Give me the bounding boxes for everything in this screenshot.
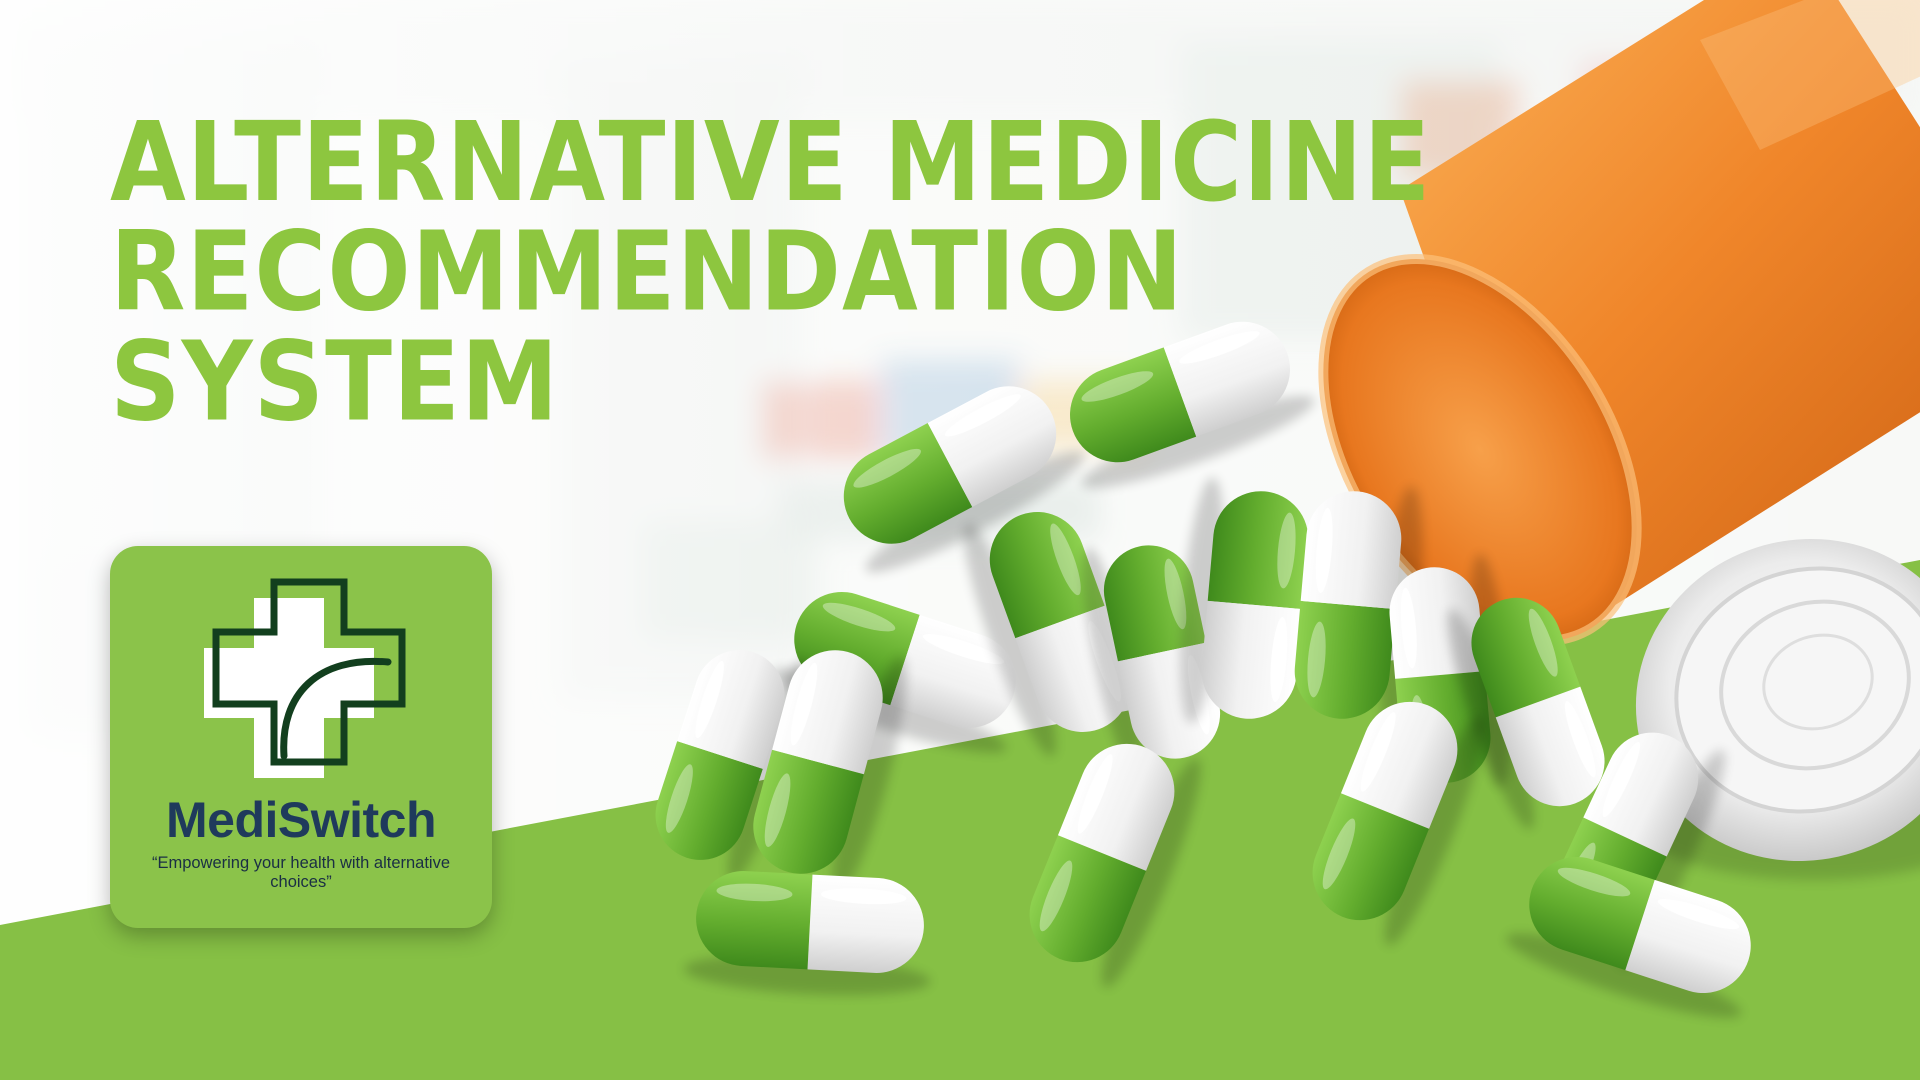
medical-cross-icon [204,578,406,778]
mediswitch-logo-card: MediSwitch “Empowering your health with … [110,546,492,928]
title-line-2: RECOMMENDATION [110,208,1184,337]
brand-name: MediSwitch [165,792,437,848]
banner-canvas: ALTERNATIVE MEDICINE RECOMMENDATION SYST… [0,0,1920,1080]
page-title: ALTERNATIVE MEDICINE RECOMMENDATION SYST… [110,99,1432,447]
title-line-1: ALTERNATIVE MEDICINE [110,99,1432,227]
brand-tagline: “Empowering your health with alternative… [151,854,451,891]
title-line-3: SYSTEM [110,318,560,447]
